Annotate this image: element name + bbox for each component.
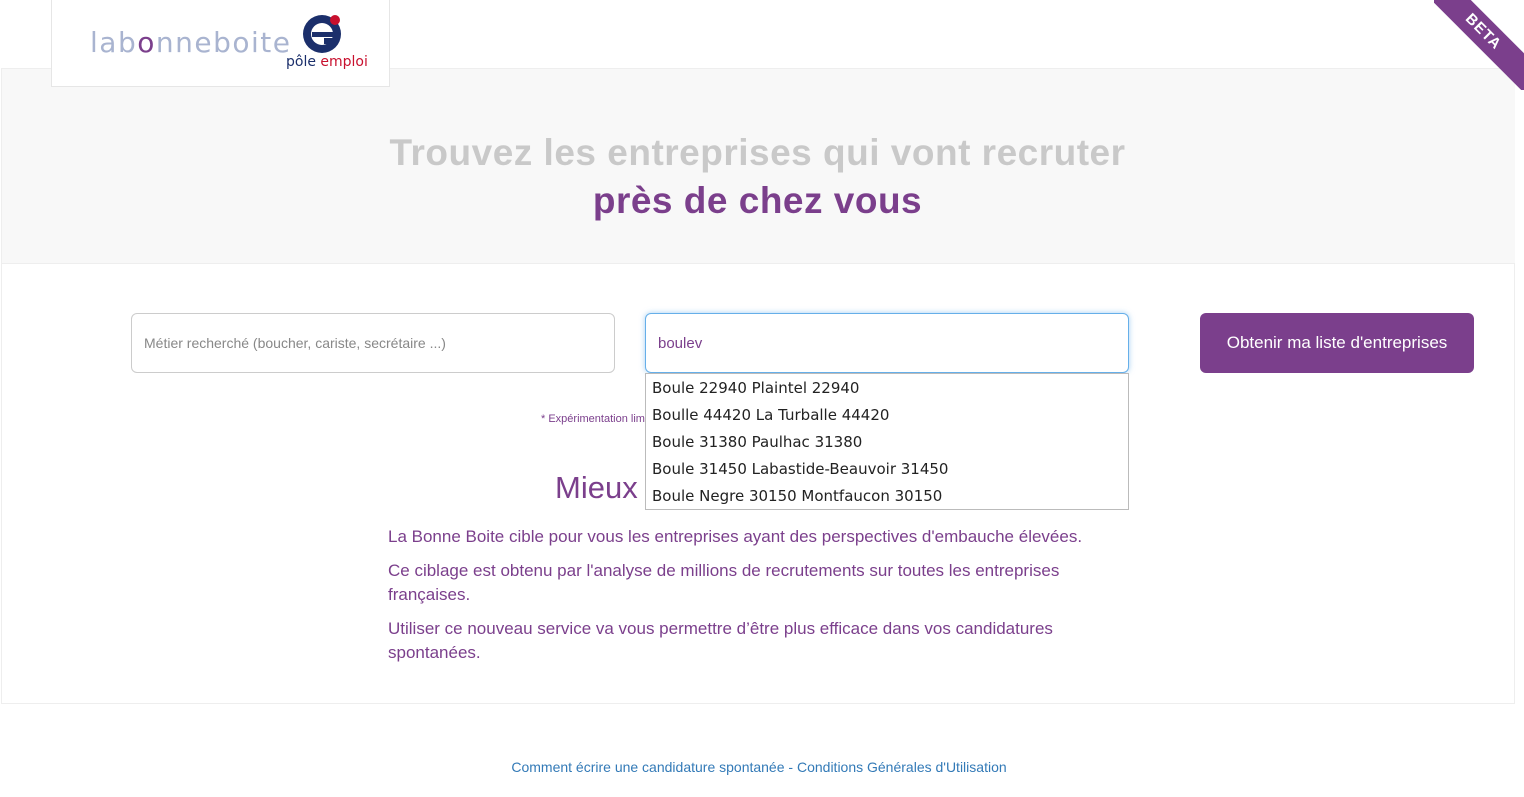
get-company-list-button[interactable]: Obtenir ma liste d'entreprises — [1200, 313, 1474, 373]
location-search-input[interactable] — [645, 313, 1129, 373]
location-autocomplete-list: Boule 22940 Plaintel 22940 Boulle 44420 … — [645, 373, 1129, 510]
footer-separator: - — [784, 759, 797, 775]
section-title: Mieux — [555, 470, 638, 505]
autocomplete-option[interactable]: Boule 31380 Paulhac 31380 — [646, 429, 1128, 456]
autocomplete-option[interactable]: Boule Negre 30150 Montfaucon 30150 — [646, 483, 1128, 510]
autocomplete-option[interactable]: Boule 22940 Plaintel 22940 — [646, 375, 1128, 402]
pole-emploi-wordmark: pôle emploi — [286, 54, 368, 70]
footer-links: Comment écrire une candidature spontanée… — [0, 759, 1518, 775]
terms-of-use-link[interactable]: Conditions Générales d'Utilisation — [797, 759, 1007, 775]
magnifier-o-icon: o — [137, 26, 156, 59]
experimentation-note: * Expérimentation limi — [541, 413, 648, 425]
hero-title-line2: près de chez vous — [592, 180, 923, 221]
beta-ribbon-label: BETA — [1434, 0, 1524, 90]
hero-title-line1: Trouvez les entreprises qui vont recrute… — [389, 132, 1126, 173]
site-logo-wordmark: labonneboite — [90, 26, 292, 59]
autocomplete-option[interactable]: Boulle 44420 La Turballe 44420 — [646, 402, 1128, 429]
site-logo[interactable]: labonneboite pôle emploi — [51, 0, 390, 87]
beta-ribbon: BETA — [1434, 0, 1524, 90]
description-paragraph-3: Utiliser ce nouveau service va vous perm… — [388, 619, 1053, 662]
description-paragraph-2: Ce ciblage est obtenu par l'analyse de m… — [388, 561, 1060, 604]
autocomplete-option[interactable]: Boule 31450 Labastide-Beauvoir 31450 — [646, 456, 1128, 483]
cover-letter-guide-link[interactable]: Comment écrire une candidature spontanée — [511, 759, 784, 775]
job-search-input[interactable] — [131, 313, 615, 373]
description-paragraph-1: La Bonne Boite cible pour vous les entre… — [388, 527, 1083, 546]
